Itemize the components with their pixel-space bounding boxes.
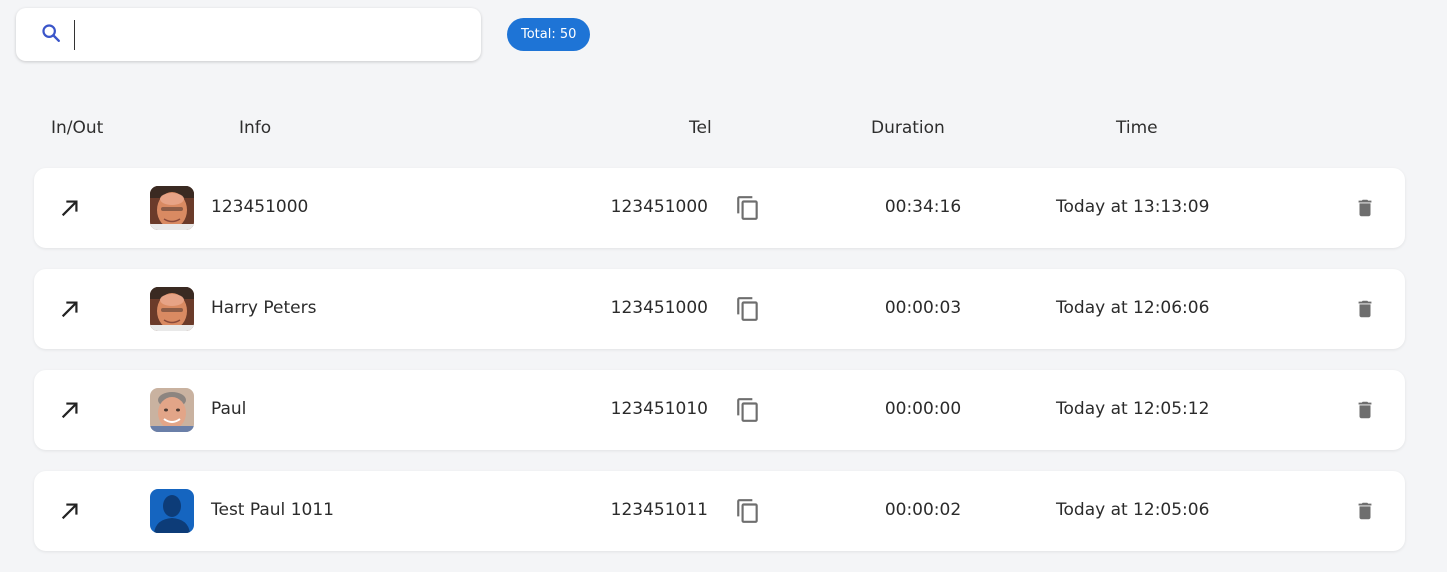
avatar [150, 489, 194, 533]
phone-number: 123451000 [610, 197, 708, 217]
copy-icon[interactable] [735, 195, 761, 221]
trash-icon[interactable] [1354, 499, 1376, 523]
phone-number: 123451011 [610, 500, 708, 520]
column-header-tel: Tel [689, 118, 712, 138]
contact-name: Test Paul 1011 [211, 500, 334, 520]
avatar [150, 186, 194, 230]
phone-number: 123451010 [610, 399, 708, 419]
column-header-duration: Duration [871, 118, 945, 138]
call-time: Today at 12:06:06 [1056, 298, 1210, 318]
call-list: 123451000 123451000 00:34:16 Today at 13… [34, 168, 1405, 572]
call-duration: 00:00:02 [884, 500, 962, 520]
call-duration: 00:34:16 [884, 197, 962, 217]
contact-name: 123451000 [211, 197, 309, 217]
call-duration: 00:00:00 [884, 399, 962, 419]
phone-number: 123451000 [610, 298, 708, 318]
copy-icon[interactable] [735, 498, 761, 524]
trash-icon[interactable] [1354, 196, 1376, 220]
call-duration: 00:00:03 [884, 298, 962, 318]
column-header-info: Info [239, 118, 272, 138]
call-time: Today at 13:13:09 [1056, 197, 1210, 217]
contact-name: Paul [211, 399, 247, 419]
outgoing-arrow-icon [59, 500, 81, 522]
avatar [150, 388, 194, 432]
copy-icon[interactable] [735, 296, 761, 322]
call-row[interactable]: 123451000 123451000 00:34:16 Today at 13… [34, 168, 1405, 248]
copy-icon[interactable] [735, 397, 761, 423]
call-row[interactable]: Test Paul 1011 123451011 00:00:02 Today … [34, 471, 1405, 551]
call-row[interactable]: Harry Peters 123451000 00:00:03 Today at… [34, 269, 1405, 349]
trash-icon[interactable] [1354, 297, 1376, 321]
outgoing-arrow-icon [59, 399, 81, 421]
call-time: Today at 12:05:12 [1056, 399, 1210, 419]
contact-name: Harry Peters [211, 298, 317, 318]
search-icon [40, 22, 62, 48]
call-row[interactable]: Paul 123451010 00:00:00 Today at 12:05:1… [34, 370, 1405, 450]
outgoing-arrow-icon [59, 197, 81, 219]
total-count-badge: Total: 50 [507, 18, 591, 51]
column-header-in-out: In/Out [51, 118, 104, 138]
table-header: In/Out Info Tel Duration Time [0, 118, 1447, 140]
call-time: Today at 12:05:06 [1056, 500, 1210, 520]
search-box[interactable] [16, 8, 481, 61]
search-input[interactable] [74, 19, 454, 50]
avatar [150, 287, 194, 331]
trash-icon[interactable] [1354, 398, 1376, 422]
column-header-time: Time [1116, 118, 1158, 138]
outgoing-arrow-icon [59, 298, 81, 320]
